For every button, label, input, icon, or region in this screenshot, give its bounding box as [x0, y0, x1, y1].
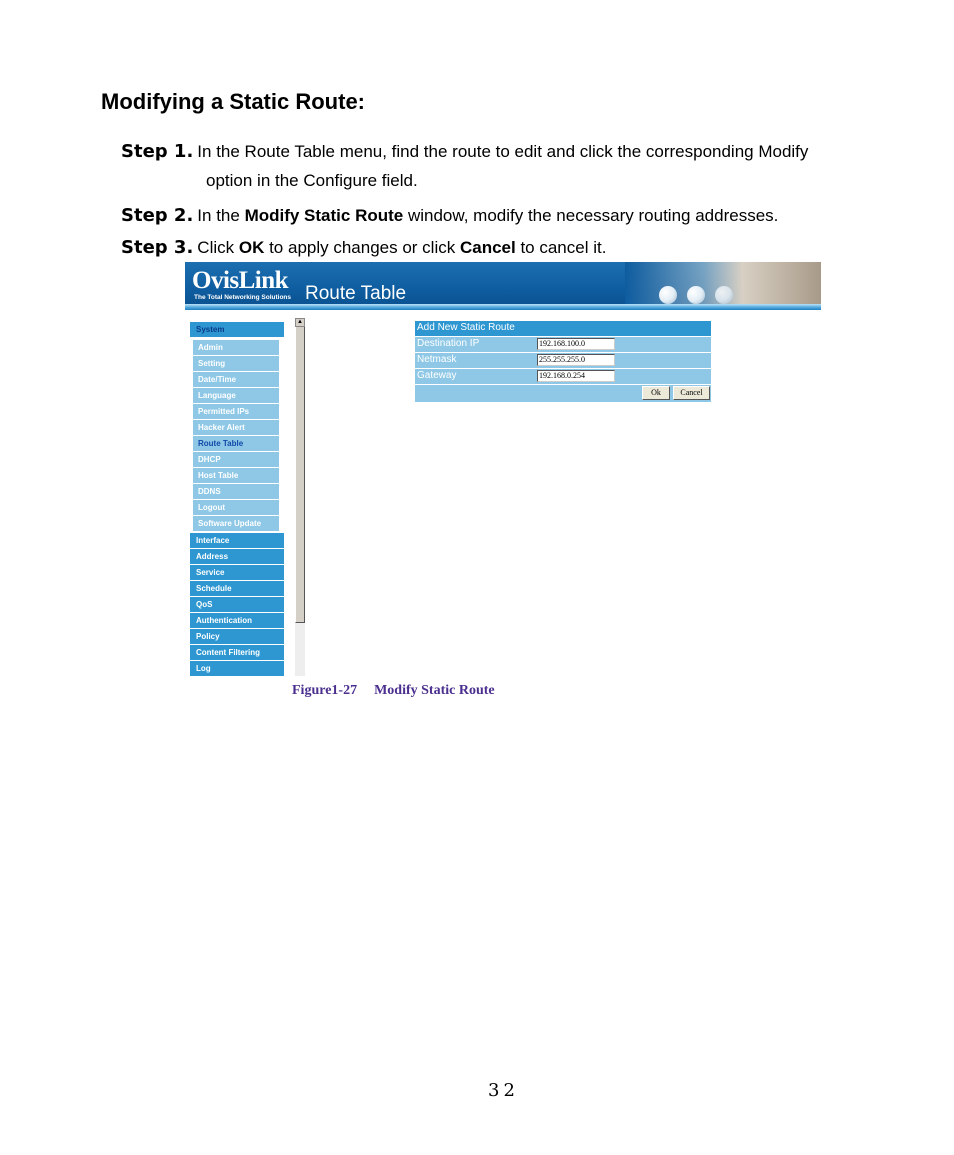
section-heading: Modifying a Static Route: [101, 89, 365, 114]
form-title: Add New Static Route [415, 321, 711, 336]
add-static-route-form: Add New Static Route Destination IP 192.… [415, 321, 711, 403]
step-label: Step 3. [121, 237, 194, 258]
sidebar-item-host-table[interactable]: Host Table [193, 468, 279, 483]
step-text: In the Modify Static Route window, modif… [197, 206, 778, 225]
sidebar-section-schedule[interactable]: Schedule [190, 581, 284, 596]
form-buttons-row: Ok Cancel [415, 385, 711, 402]
destination-ip-input[interactable]: 192.168.100.0 [537, 338, 615, 350]
step-text-part: In the [197, 206, 245, 225]
ok-button[interactable]: Ok [642, 386, 670, 400]
sidebar-section-authentication[interactable]: Authentication [190, 613, 284, 628]
figure-number: Figure1-27 [292, 683, 358, 698]
step-text: In the Route Table menu, find the route … [197, 142, 808, 161]
step-text-part: Click [197, 238, 239, 257]
sidebar-item-dhcp[interactable]: DHCP [193, 452, 279, 467]
step-1: Step 1. In the Route Table menu, find the… [121, 141, 921, 190]
sidebar-item-date-time[interactable]: Date/Time [193, 372, 279, 387]
step-text-part: to cancel it. [515, 238, 607, 257]
sidebar-section-system[interactable]: System [190, 322, 284, 337]
netmask-input[interactable]: 255.255.255.0 [537, 354, 615, 366]
sidebar-section-policy[interactable]: Policy [190, 629, 284, 644]
ovislink-logo: OvisLink [192, 267, 289, 294]
emphasized-term: Modify Static Route [244, 206, 404, 225]
figure-caption: Figure1-27 Modify Static Route [292, 683, 495, 699]
gateway-input[interactable]: 192.168.0.254 [537, 370, 615, 382]
cancel-button[interactable]: Cancel [673, 386, 710, 400]
sidebar-section-qos[interactable]: QoS [190, 597, 284, 612]
destination-ip-row: Destination IP 192.168.100.0 [415, 337, 711, 352]
step-2: Step 2. In the Modify Static Route window… [121, 205, 778, 227]
field-label: Gateway [417, 370, 457, 381]
route-table-screenshot: OvisLink The Total Networking Solutions … [185, 262, 821, 678]
step-text-part: window, modify the necessary routing add… [403, 206, 779, 225]
banner-stripe [185, 304, 821, 310]
step-text-part: to apply changes or click [264, 238, 460, 257]
sidebar-section-service[interactable]: Service [190, 565, 284, 580]
sidebar-sections: Interface Address Service Schedule QoS Authen… [190, 533, 284, 676]
sidebar-item-software-update[interactable]: Software Update [193, 516, 279, 531]
sidebar-item-admin[interactable]: Admin [193, 340, 279, 355]
scroll-up-arrow-icon[interactable]: ▲ [295, 318, 305, 327]
step-label: Step 2. [121, 205, 194, 226]
scroll-track[interactable] [295, 623, 305, 676]
globe-icon [687, 286, 705, 304]
page-title: Route Table [305, 283, 407, 304]
sidebar-item-ddns[interactable]: DDNS [193, 484, 279, 499]
step-text-part: In the Route Table menu, find the route … [197, 142, 809, 161]
sidebar-item-permitted-ips[interactable]: Permitted IPs [193, 404, 279, 419]
sidebar-item-setting[interactable]: Setting [193, 356, 279, 371]
sidebar-item-route-table[interactable]: Route Table [193, 436, 279, 451]
emphasized-term: Cancel [459, 238, 516, 257]
banner: OvisLink The Total Networking Solutions … [185, 262, 821, 310]
scroll-thumb[interactable] [295, 327, 305, 623]
netmask-row: Netmask 255.255.255.0 [415, 353, 711, 368]
sidebar-section-content-filtering[interactable]: Content Filtering [190, 645, 284, 660]
figure-title: Modify Static Route [374, 683, 495, 698]
field-label: Destination IP [417, 338, 480, 349]
globe-icon [715, 286, 733, 304]
emphasized-term: OK [238, 238, 265, 257]
sidebar-item-language[interactable]: Language [193, 388, 279, 403]
sidebar-section-interface[interactable]: Interface [190, 533, 284, 548]
sidebar-item-hacker-alert[interactable]: Hacker Alert [193, 420, 279, 435]
sidebar-section-log[interactable]: Log [190, 661, 284, 676]
scrollbar[interactable]: ▲ [295, 318, 305, 676]
sidebar-item-logout[interactable]: Logout [193, 500, 279, 515]
step-label: Step 1. [121, 141, 194, 162]
step-3: Step 3. Click OK to apply changes or clic… [121, 237, 606, 259]
globe-icon [659, 286, 677, 304]
gateway-row: Gateway 192.168.0.254 [415, 369, 711, 384]
sidebar: System Admin Setting Date/Time Language Perm… [190, 322, 284, 677]
step-continuation: option in the Configure field. [206, 171, 418, 190]
field-label: Netmask [417, 354, 457, 365]
sidebar-section-address[interactable]: Address [190, 549, 284, 564]
step-text: Click OK to apply changes or click Cance… [197, 238, 606, 257]
system-submenu: Admin Setting Date/Time Language Permitted I… [190, 338, 284, 533]
logo-tagline: The Total Networking Solutions [194, 294, 292, 301]
page-number: 32 [488, 1080, 519, 1101]
